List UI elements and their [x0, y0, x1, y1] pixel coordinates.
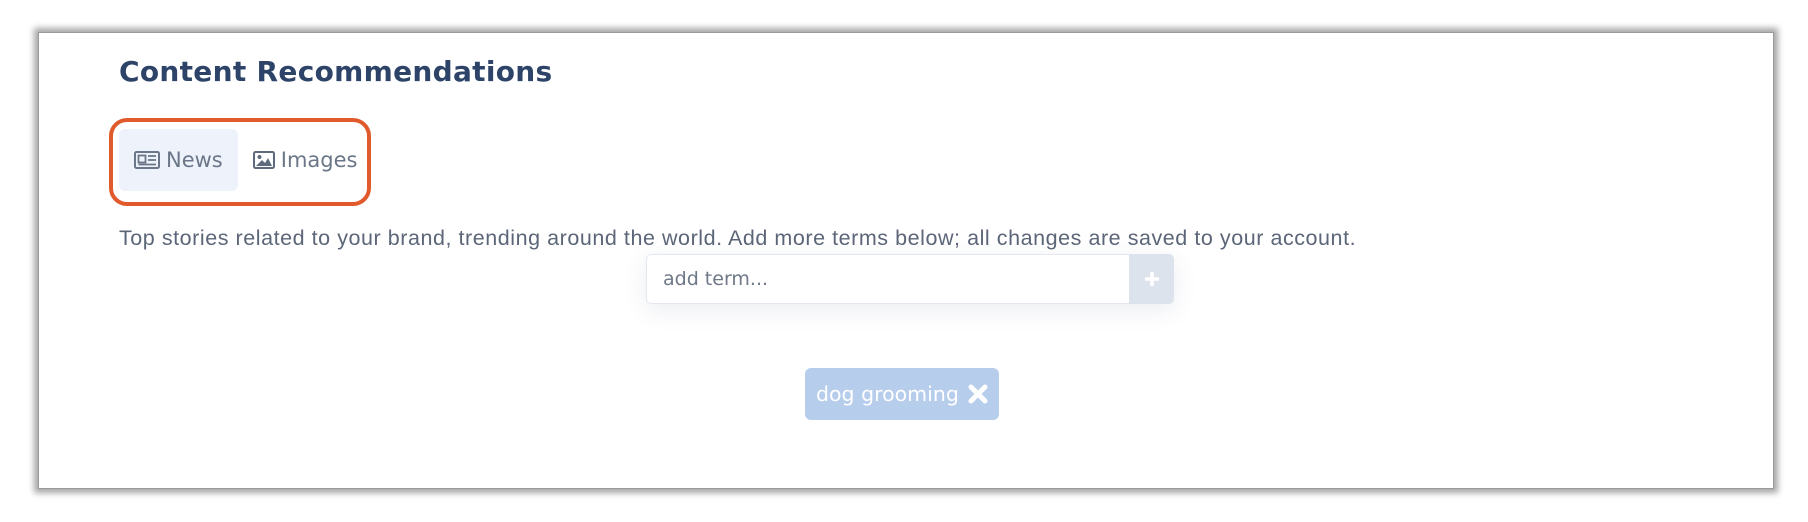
- content-type-tabs: News Images: [119, 129, 372, 191]
- add-term-form: [646, 254, 1174, 304]
- tab-news-label: News: [166, 148, 223, 172]
- page-title: Content Recommendations: [119, 55, 553, 88]
- tab-images[interactable]: Images: [238, 129, 373, 191]
- tab-images-label: Images: [280, 148, 358, 172]
- add-term-button[interactable]: [1129, 254, 1174, 304]
- add-term-input[interactable]: [646, 254, 1129, 304]
- tab-news[interactable]: News: [119, 129, 238, 191]
- remove-term-button[interactable]: [967, 383, 989, 405]
- term-chip-label: dog grooming: [816, 382, 959, 406]
- description-text: Top stories related to your brand, trend…: [119, 226, 1357, 250]
- image-icon: [252, 151, 275, 169]
- content-recommendations-panel: Content Recommendations News Images Top …: [38, 32, 1774, 489]
- plus-icon: [1144, 271, 1160, 287]
- x-icon: [967, 383, 989, 405]
- term-chip: dog grooming: [805, 368, 999, 420]
- newspaper-icon: [134, 151, 160, 169]
